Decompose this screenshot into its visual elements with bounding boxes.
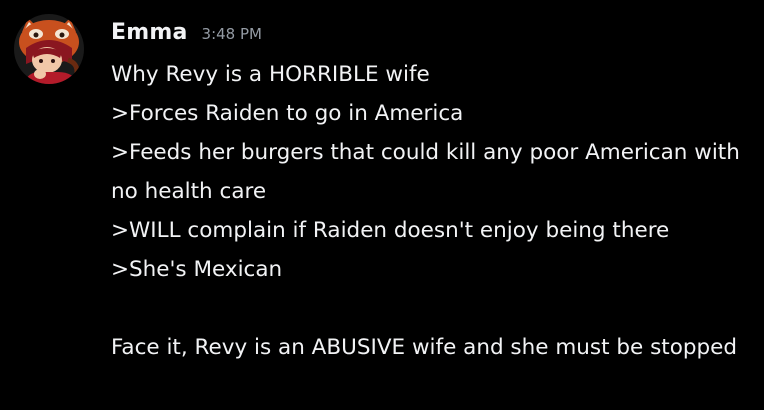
message-line: >She's Mexican [111, 257, 283, 282]
message-content: Why Revy is a HORRIBLE wife >Forces Raid… [111, 55, 751, 367]
message-line: Why Revy is a HORRIBLE wife [111, 62, 430, 87]
message-line: >WILL complain if Raiden doesn't enjoy b… [111, 218, 670, 243]
message-line: Face it, Revy is an ABUSIVE wife and she… [111, 335, 738, 360]
username[interactable]: Emma [111, 20, 188, 45]
avatar[interactable] [14, 14, 84, 84]
message-line: >Forces Raiden to go in America [111, 101, 464, 126]
message-line: >Feeds her burgers that could kill any p… [111, 140, 740, 204]
chat-message: Emma 3:48 PM Why Revy is a HORRIBLE wife… [0, 0, 764, 410]
red-panda-hood-avatar-icon [14, 14, 84, 84]
timestamp[interactable]: 3:48 PM [202, 25, 262, 43]
message-header: Emma 3:48 PM [111, 20, 262, 52]
